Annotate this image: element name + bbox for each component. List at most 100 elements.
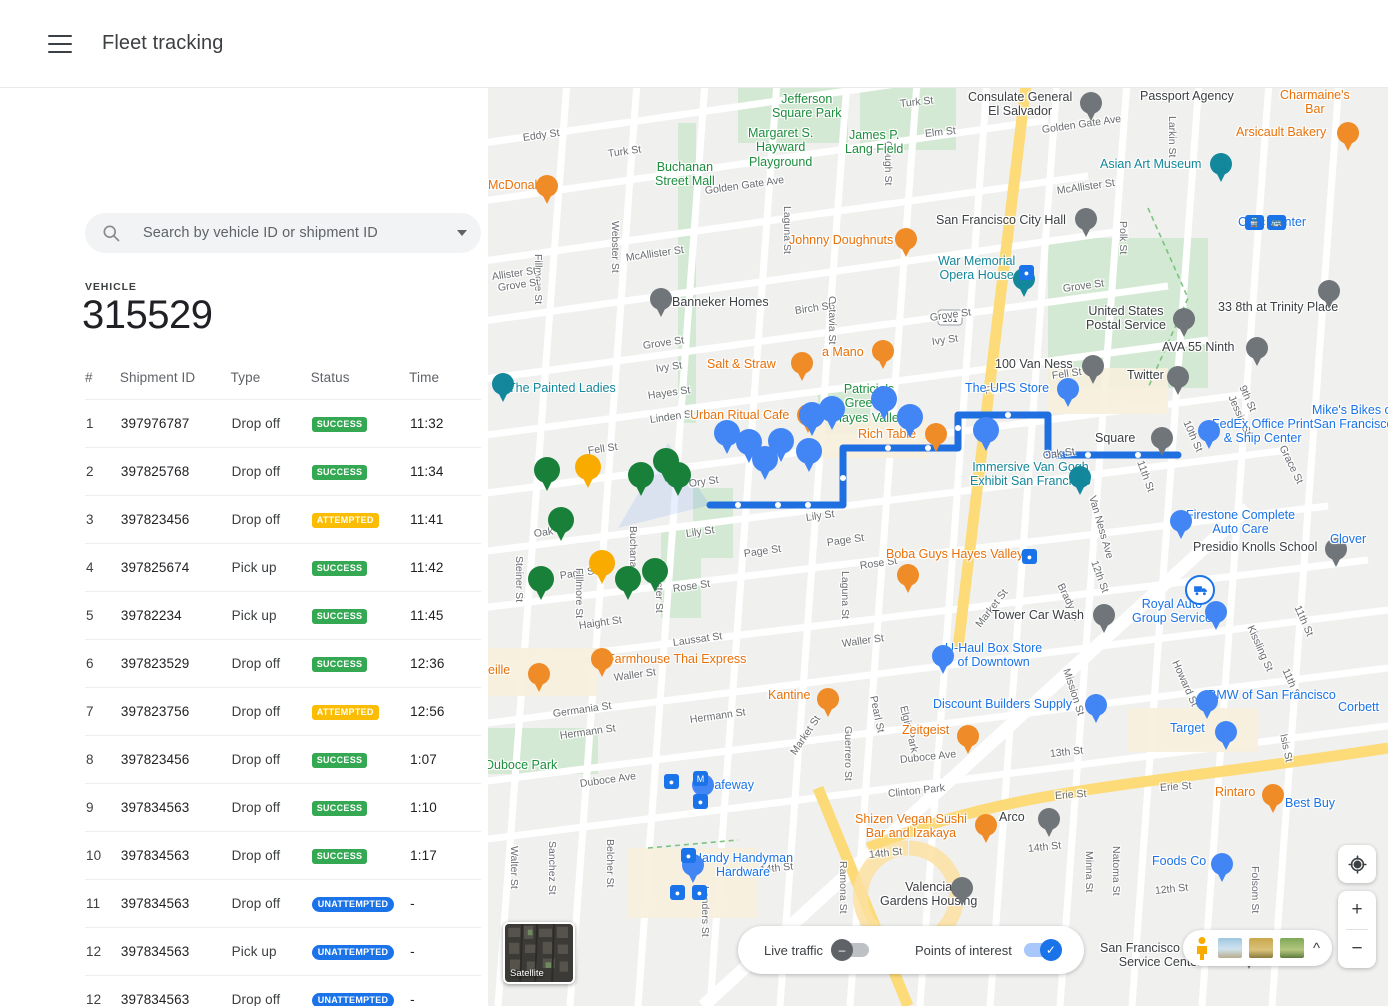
map-stop-marker[interactable]: 7 bbox=[575, 454, 601, 488]
bike-station-icon[interactable]: ● bbox=[681, 848, 696, 863]
map-stop-marker[interactable]: 3 bbox=[589, 550, 615, 584]
table-row[interactable]: 11397834563Drop offUNATTEMPTED- bbox=[85, 880, 481, 928]
map-poi-pin[interactable]: 🍽 bbox=[957, 725, 979, 755]
map-stop-marker[interactable]: 14 bbox=[768, 428, 794, 462]
map-stop-marker[interactable]: 5 bbox=[548, 507, 574, 541]
map-stop-marker[interactable]: 17 bbox=[819, 396, 845, 430]
map-poi-pin[interactable]: 🏛 bbox=[492, 373, 514, 403]
table-row[interactable]: 12397834563Drop offUNATTEMPTED- bbox=[85, 976, 481, 1006]
bike-station-icon[interactable]: ● bbox=[692, 885, 707, 900]
map-poi-pin[interactable] bbox=[1173, 308, 1195, 338]
metro-station-icon[interactable]: M bbox=[693, 771, 708, 786]
search-input[interactable] bbox=[141, 224, 449, 242]
points-of-interest-toggle[interactable]: ✓ bbox=[1024, 943, 1058, 957]
streetview-thumbnail-2[interactable] bbox=[1249, 938, 1273, 958]
table-row[interactable]: 2397825768Drop offSUCCESS11:34 bbox=[85, 448, 481, 496]
map-stop-marker[interactable]: 8 bbox=[628, 462, 654, 496]
search-bar[interactable] bbox=[85, 213, 481, 253]
table-row[interactable]: 3397823456Drop offATTEMPTED11:41 bbox=[85, 496, 481, 544]
bus-station-icon[interactable]: 🚌 bbox=[1267, 215, 1286, 230]
map-poi-pin[interactable]: 🛍 bbox=[1196, 690, 1218, 720]
map-stop-marker[interactable]: 1 bbox=[642, 558, 668, 592]
table-row[interactable]: 9397834563Drop offSUCCESS1:10 bbox=[85, 784, 481, 832]
map-view[interactable]: 10 1 bbox=[488, 88, 1388, 1006]
table-row[interactable]: 8397823456Drop offSUCCESS1:07 bbox=[85, 736, 481, 784]
map-poi-pin[interactable]: 🍽 bbox=[791, 352, 813, 382]
streetview-thumbnail-1[interactable] bbox=[1218, 938, 1242, 958]
satellite-layer-thumbnail[interactable]: Satellite bbox=[503, 922, 575, 984]
map-poi-pin[interactable] bbox=[1093, 604, 1115, 634]
map-stop-marker[interactable]: 6 bbox=[534, 457, 560, 491]
map-stop-marker[interactable]: 15 bbox=[796, 438, 822, 472]
table-row[interactable]: 539782234Pick upSUCCESS11:45 bbox=[85, 592, 481, 640]
map-poi-pin[interactable] bbox=[1080, 92, 1102, 122]
status-badge: UNATTEMPTED bbox=[312, 993, 395, 1006]
hamburger-menu-icon[interactable] bbox=[48, 35, 72, 53]
map-poi-pin[interactable]: 🏛 bbox=[1069, 466, 1091, 496]
table-row[interactable]: 4397825674Pick upSUCCESS11:42 bbox=[85, 544, 481, 592]
map-stop-marker[interactable]: 20 bbox=[973, 417, 999, 451]
status-badge: SUCCESS bbox=[312, 801, 368, 816]
poi-pin-tip bbox=[796, 369, 808, 381]
map-stop-marker[interactable]: 10 bbox=[665, 462, 691, 496]
hotel-icon[interactable]: ● bbox=[1022, 549, 1037, 564]
table-row[interactable]: 7397823756Drop offATTEMPTED12:56 bbox=[85, 688, 481, 736]
map-poi-pin[interactable]: 🍽 bbox=[528, 663, 550, 693]
map-poi-pin[interactable] bbox=[650, 288, 672, 318]
map-poi-pin[interactable] bbox=[1151, 427, 1173, 457]
map-poi-pin[interactable] bbox=[1325, 538, 1347, 568]
map-poi-pin[interactable]: 🛍 bbox=[1211, 853, 1233, 883]
map-poi-pin[interactable]: 🛍 bbox=[1057, 378, 1079, 408]
map-poi-pin[interactable]: 🛍 bbox=[1215, 721, 1237, 751]
live-traffic-toggle[interactable]: – bbox=[835, 943, 869, 957]
map-poi-pin[interactable]: 🛍 bbox=[1085, 694, 1107, 724]
my-location-icon[interactable] bbox=[1338, 845, 1376, 883]
map-poi-pin[interactable]: 🍽 bbox=[1337, 122, 1359, 152]
map-poi-pin[interactable]: 🍽 bbox=[872, 340, 894, 370]
map-poi-pin[interactable]: 🍽 bbox=[925, 423, 947, 453]
bike-station-icon[interactable]: ● bbox=[693, 794, 708, 809]
cell-status: SUCCESS bbox=[311, 592, 409, 640]
map-poi-pin[interactable]: 🍽 bbox=[895, 228, 917, 258]
zoom-out-button[interactable]: − bbox=[1338, 930, 1376, 968]
map-poi-pin[interactable] bbox=[1038, 808, 1060, 838]
map-poi-pin[interactable] bbox=[1082, 355, 1104, 385]
map-stop-marker[interactable]: 2 bbox=[615, 566, 641, 600]
stop-marker-tip bbox=[634, 482, 648, 496]
map-poi-pin[interactable]: 🏛 bbox=[1210, 153, 1232, 183]
map-poi-pin[interactable]: 🍽 bbox=[817, 688, 839, 718]
map-poi-pin[interactable]: 🍽 bbox=[536, 175, 558, 205]
map-stop-marker[interactable]: 4 bbox=[528, 566, 554, 600]
chevron-up-icon[interactable]: ^ bbox=[1313, 940, 1320, 957]
map-poi-pin[interactable]: 🍽 bbox=[975, 814, 997, 844]
points-of-interest-toggle-group[interactable]: Points of interest ✓ bbox=[915, 943, 1058, 958]
bike-station-icon[interactable]: ● bbox=[664, 774, 679, 789]
map-poi-pin[interactable]: 🛍 bbox=[932, 645, 954, 675]
train-station-icon[interactable]: 🚆 bbox=[1245, 215, 1264, 230]
table-row[interactable]: 6397823529Drop offSUCCESS12:36 bbox=[85, 640, 481, 688]
map-stop-marker[interactable]: 18 bbox=[871, 386, 897, 420]
map-poi-pin[interactable] bbox=[1167, 366, 1189, 396]
zoom-in-button[interactable]: + bbox=[1338, 891, 1376, 929]
map-poi-pin[interactable]: 🛍 bbox=[1198, 420, 1220, 450]
map-poi-pin[interactable]: 🍽 bbox=[591, 648, 613, 678]
map-poi-pin[interactable]: 🛍 bbox=[1170, 510, 1192, 540]
table-row[interactable]: 10397834563Drop offSUCCESS1:17 bbox=[85, 832, 481, 880]
live-traffic-toggle-group[interactable]: Live traffic – bbox=[764, 943, 869, 958]
map-poi-pin[interactable]: 🍽 bbox=[1262, 784, 1284, 814]
map-poi-pin[interactable]: 🍽 bbox=[897, 564, 919, 594]
map-poi-pin[interactable] bbox=[1075, 208, 1097, 238]
map-poi-pin[interactable] bbox=[951, 877, 973, 907]
map-poi-pin[interactable] bbox=[1246, 337, 1268, 367]
bike-station-icon[interactable]: ● bbox=[670, 885, 685, 900]
streetview-thumbnail-3[interactable] bbox=[1280, 938, 1304, 958]
table-row[interactable]: 12397834563Pick upUNATTEMPTED- bbox=[85, 928, 481, 976]
map-poi-pin[interactable]: 🛍 bbox=[1205, 601, 1227, 631]
map-stop-marker[interactable]: 19 bbox=[897, 404, 923, 438]
table-row[interactable]: 1397976787Drop offSUCCESS11:32 bbox=[85, 400, 481, 448]
street-view-pegman-icon[interactable] bbox=[1193, 936, 1211, 960]
map-poi-pin[interactable] bbox=[1318, 280, 1340, 310]
chevron-down-icon[interactable] bbox=[457, 230, 467, 236]
delivery-truck-icon[interactable] bbox=[1185, 575, 1215, 605]
hotel-icon[interactable]: ● bbox=[1019, 265, 1034, 280]
